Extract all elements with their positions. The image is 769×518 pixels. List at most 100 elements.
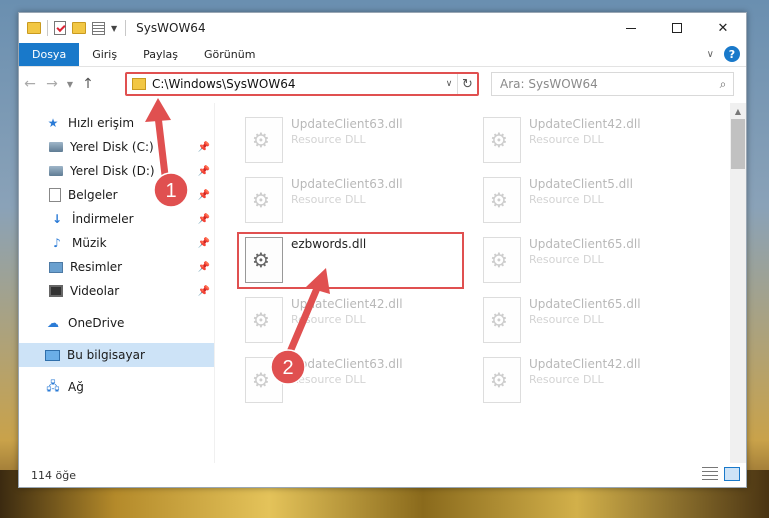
file-name: UpdateClient42.dll <box>529 117 641 131</box>
dll-file-icon <box>245 177 283 223</box>
file-item[interactable]: UpdateClient63.dll Resource DLL <box>239 113 469 171</box>
tab-home[interactable]: Giriş <box>79 43 130 66</box>
file-item[interactable]: UpdateClient42.dll Resource DLL <box>239 293 469 351</box>
quick-access-toolbar: ▼ <box>19 20 117 36</box>
customize-toolbar-icon[interactable] <box>92 21 105 35</box>
sidebar-item-label: Hızlı erişim <box>68 116 135 130</box>
sidebar-item-onedrive[interactable]: ☁ OneDrive <box>19 311 214 335</box>
folder-icon <box>132 78 146 90</box>
pin-icon[interactable]: 📌 <box>198 214 210 225</box>
dll-file-icon <box>245 297 283 343</box>
file-name: UpdateClient42.dll <box>291 297 403 311</box>
recent-locations-chevron-icon[interactable]: ▼ <box>63 80 77 89</box>
toolbar-divider <box>47 20 48 36</box>
forward-arrow-icon[interactable]: → <box>41 76 63 92</box>
file-type: Resource DLL <box>291 313 366 326</box>
address-bar[interactable]: C:\Windows\SysWOW64 ∨ ↻ <box>125 72 479 96</box>
folder-icon[interactable] <box>27 22 41 34</box>
up-arrow-icon[interactable]: ↑ <box>77 76 99 92</box>
back-arrow-icon[interactable]: ← <box>19 76 41 92</box>
sidebar-item-quick-access[interactable]: ★ Hızlı erişim <box>19 111 214 135</box>
sidebar-item-this-pc[interactable]: Bu bilgisayar <box>19 343 214 367</box>
title-bar: ▼ SysWOW64 ✕ <box>19 13 746 43</box>
pin-icon[interactable]: 📌 <box>198 286 210 297</box>
properties-check-icon[interactable] <box>54 21 66 35</box>
star-icon: ★ <box>47 116 59 130</box>
sidebar-item-disk-d[interactable]: Yerel Disk (D:) 📌 <box>19 159 214 183</box>
dll-file-icon <box>245 117 283 163</box>
chevron-down-icon[interactable]: ▼ <box>111 24 117 33</box>
file-item[interactable]: UpdateClient65.dll Resource DLL <box>477 233 707 291</box>
maximize-button[interactable] <box>654 13 700 43</box>
file-item[interactable]: UpdateClient63.dll Resource DLL <box>239 353 469 411</box>
pin-icon[interactable]: 📌 <box>198 190 210 201</box>
file-highlight-box <box>237 232 464 289</box>
sidebar-item-label: Videolar <box>70 284 120 298</box>
search-placeholder: Ara: SysWOW64 <box>500 77 598 91</box>
network-icon: 🖧 <box>46 378 60 393</box>
music-icon: ♪ <box>53 236 61 250</box>
pictures-icon <box>49 261 63 273</box>
ribbon-tabs: Dosya Giriş Paylaş Görünüm ∨ ? <box>19 43 746 67</box>
address-row: ← → ▼ ↑ C:\Windows\SysWOW64 ∨ ↻ Ara: Sys… <box>19 67 746 101</box>
dll-file-icon <box>483 117 521 163</box>
file-item[interactable]: UpdateClient5.dll Resource DLL <box>477 173 707 231</box>
item-count: 114 öğe <box>31 468 76 482</box>
expand-ribbon-icon[interactable]: ∨ <box>707 49 714 60</box>
file-type: Resource DLL <box>291 193 366 206</box>
search-input[interactable]: Ara: SysWOW64 ⌕ <box>491 72 734 96</box>
file-item[interactable]: UpdateClient65.dll Resource DLL <box>477 293 707 351</box>
close-button[interactable]: ✕ <box>700 13 746 43</box>
minimize-button[interactable] <box>608 13 654 43</box>
pin-icon[interactable]: 📌 <box>198 166 210 177</box>
scroll-thumb[interactable] <box>731 119 745 169</box>
sidebar-item-disk-c[interactable]: Yerel Disk (C:) 📌 <box>19 135 214 159</box>
new-folder-icon[interactable] <box>72 22 86 34</box>
file-type: Resource DLL <box>529 193 604 206</box>
file-item[interactable]: UpdateClient42.dll Resource DLL <box>477 353 707 411</box>
sidebar-item-label: Yerel Disk (C:) <box>70 140 154 154</box>
pin-icon[interactable]: 📌 <box>198 238 210 249</box>
sidebar-item-label: Ağ <box>68 380 84 394</box>
scroll-up-icon[interactable]: ▲ <box>730 103 746 119</box>
address-path[interactable]: C:\Windows\SysWOW64 <box>152 77 441 91</box>
file-item[interactable]: UpdateClient63.dll Resource DLL <box>239 173 469 231</box>
sidebar-item-label: Yerel Disk (D:) <box>70 164 155 178</box>
sidebar-item-label: Resimler <box>70 260 123 274</box>
disk-icon <box>49 142 63 152</box>
file-type: Resource DLL <box>529 373 604 386</box>
cloud-icon: ☁ <box>47 316 59 330</box>
address-dropdown-icon[interactable]: ∨ <box>441 79 457 89</box>
file-type: Resource DLL <box>291 373 366 386</box>
sidebar-item-videos[interactable]: Videolar 📌 <box>19 279 214 303</box>
search-icon[interactable]: ⌕ <box>713 77 733 92</box>
sidebar-item-network[interactable]: 🖧 Ağ <box>19 375 214 399</box>
navigation-pane: ★ Hızlı erişim Yerel Disk (C:) 📌 Yerel D… <box>19 103 215 463</box>
details-view-icon[interactable] <box>702 467 718 481</box>
file-item[interactable]: UpdateClient42.dll Resource DLL <box>477 113 707 171</box>
view-switcher <box>702 467 740 481</box>
computer-icon <box>45 349 60 361</box>
pin-icon[interactable]: 📌 <box>198 142 210 153</box>
tab-file[interactable]: Dosya <box>19 43 80 66</box>
sidebar-item-music[interactable]: ♪ Müzik 📌 <box>19 231 214 255</box>
sidebar-item-downloads[interactable]: ↓ İndirmeler 📌 <box>19 207 214 231</box>
ribbon-controls: ∨ ? <box>707 46 740 62</box>
help-icon[interactable]: ? <box>724 46 740 62</box>
file-name: UpdateClient42.dll <box>529 357 641 371</box>
vertical-scrollbar[interactable]: ▲ <box>730 103 746 463</box>
file-name: UpdateClient63.dll <box>291 177 403 191</box>
refresh-icon[interactable]: ↻ <box>457 74 477 94</box>
close-icon: ✕ <box>717 20 729 36</box>
tab-view[interactable]: Görünüm <box>191 43 268 66</box>
videos-icon <box>49 285 63 297</box>
tiles-view-icon[interactable] <box>724 467 740 481</box>
tab-share[interactable]: Paylaş <box>130 43 191 66</box>
download-icon: ↓ <box>51 212 63 226</box>
pin-icon[interactable]: 📌 <box>198 262 210 273</box>
sidebar-item-documents[interactable]: Belgeler 📌 <box>19 183 214 207</box>
sidebar-item-pictures[interactable]: Resimler 📌 <box>19 255 214 279</box>
disk-icon <box>49 166 63 176</box>
file-name: UpdateClient5.dll <box>529 177 633 191</box>
file-type: Resource DLL <box>529 253 604 266</box>
